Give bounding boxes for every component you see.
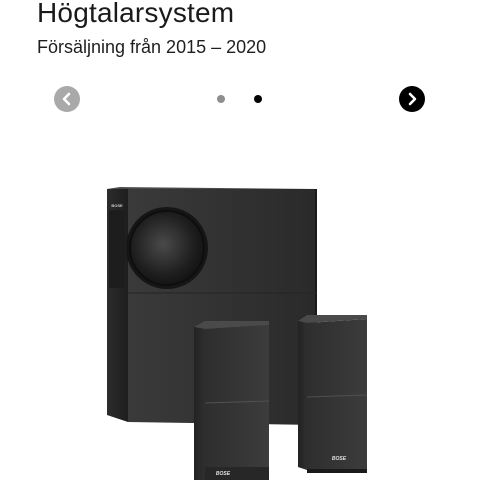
cube-speaker-right: BOSE [298, 315, 368, 473]
carousel-dot-1[interactable] [217, 95, 225, 103]
speaker-system-illustration: BOSE BOSE BOSE [107, 187, 368, 480]
brand-logo-left: BOSE [216, 471, 231, 477]
svg-text:BOSE: BOSE [111, 203, 123, 208]
carousel-dot-2-active[interactable] [254, 95, 262, 103]
chevron-right-icon [408, 92, 417, 106]
product-subtitle: Försäljning från 2015 – 2020 [37, 37, 267, 57]
cube-speaker-left: BOSE [194, 321, 270, 480]
carousel-prev-button[interactable] [54, 86, 80, 112]
product-title: Högtalarsystem [37, 0, 235, 28]
product-page: Högtalarsystem Försäljning från 2015 – 2… [0, 0, 480, 480]
product-image: BOSE BOSE BOSE [95, 175, 395, 480]
brand-logo-right: BOSE [332, 456, 347, 462]
carousel-controls [0, 86, 480, 112]
chevron-left-icon [62, 92, 71, 106]
carousel-next-button[interactable] [399, 86, 425, 112]
